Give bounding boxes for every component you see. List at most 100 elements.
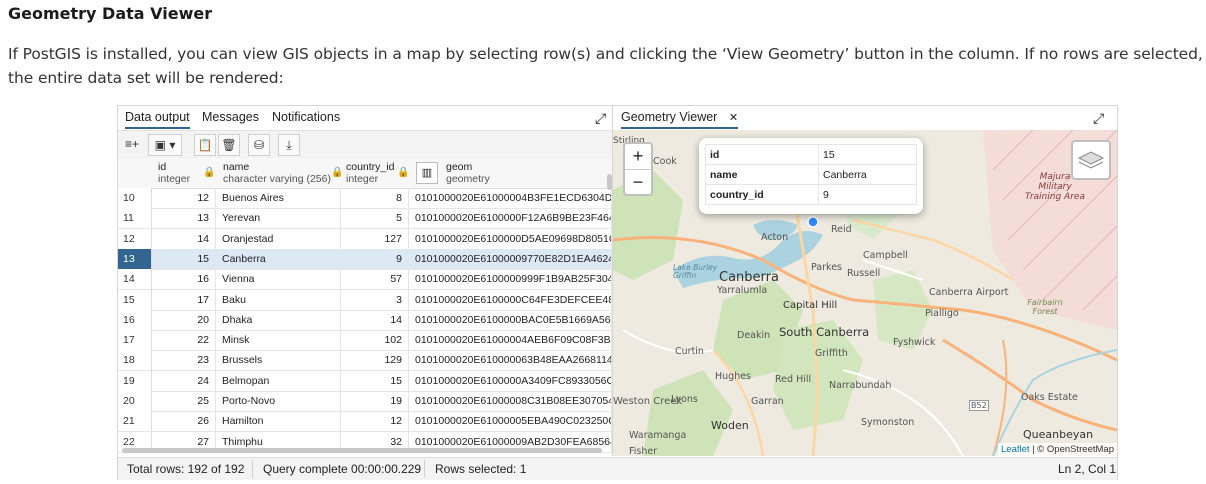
table-row[interactable]: 15 17 Baku 3 0101000020E6100000C64FE3DEFCEE4… — [118, 289, 612, 311]
view-geometry-icon[interactable]: ▥ — [416, 162, 438, 184]
cell-geom[interactable]: 0101000020E61000008C31B08EE307054 — [409, 391, 612, 411]
expand-icon[interactable]: ⤢ — [1093, 110, 1104, 127]
table-row[interactable]: 16 20 Dhaka 14 0101000020E6100000BAC0E5B1669… — [118, 309, 612, 331]
cell-name[interactable]: Hamilton — [216, 411, 341, 432]
expand-icon[interactable]: ⤢ — [595, 110, 606, 127]
cell-geom[interactable]: 0101000020E61000009770E82D1EA4624 — [409, 248, 612, 269]
cell-name[interactable]: Oranjestad — [216, 228, 341, 249]
cell-geom[interactable]: 0101000020E6100000BAC0E5B1669A564 — [409, 309, 612, 330]
zoom-out-button[interactable]: − — [625, 170, 651, 195]
osm-attribution[interactable]: © OpenStreetMap — [1037, 444, 1114, 455]
cell-id[interactable]: 22 — [152, 330, 216, 351]
table-row[interactable]: 17 22 Minsk 102 0101000020E61000004AEB6F09C0… — [118, 330, 612, 352]
cell-geom[interactable]: 0101000020E6100000C64FE3DEFCEE484 — [409, 289, 612, 310]
table-row[interactable]: 13 15 Canberra 9 0101000020E61000009770E82D1… — [118, 248, 612, 270]
cell-name[interactable]: Canberra — [216, 248, 341, 269]
cell-country-id[interactable]: 12 — [341, 411, 409, 432]
column-header-country-id[interactable]: country_id integer — [346, 161, 394, 185]
zoom-in-button[interactable]: + — [625, 144, 651, 170]
cell-geom[interactable]: 0101000020E610000063B48EAA2668114 — [409, 350, 612, 371]
cell-geom[interactable]: 0101000020E61000005EBA490C023250C — [409, 411, 612, 432]
cell-id[interactable]: 26 — [152, 411, 216, 432]
tab-notifications[interactable]: Notifications — [272, 110, 340, 124]
map-view[interactable]: Canberra Yarralumla Capital Hill South C… — [613, 130, 1117, 456]
table-row[interactable]: 11 13 Yerevan 5 0101000020E6100000F12A6B9BE2… — [118, 208, 612, 230]
column-header-id[interactable]: id integer — [158, 161, 190, 185]
add-row-icon[interactable]: ≡+ — [122, 134, 142, 154]
cell-country-id[interactable]: 8 — [341, 188, 409, 208]
row-number[interactable]: 17 — [118, 330, 152, 351]
cell-country-id[interactable]: 102 — [341, 330, 409, 351]
cell-country-id[interactable]: 5 — [341, 208, 409, 229]
vertical-scrollbar[interactable] — [607, 174, 612, 190]
cell-name[interactable]: Buenos Aires — [216, 188, 341, 208]
tab-geometry-viewer[interactable]: Geometry Viewer ✕ — [621, 110, 739, 129]
row-number[interactable]: 13 — [118, 248, 152, 269]
table-row[interactable]: 19 24 Belmopan 15 0101000020E6100000A3409FC8… — [118, 370, 612, 392]
cell-name[interactable]: Dhaka — [216, 309, 341, 330]
cell-id[interactable]: 14 — [152, 228, 216, 249]
cell-country-id[interactable]: 127 — [341, 228, 409, 249]
delete-icon[interactable]: 🗑 — [218, 134, 240, 156]
paste-icon[interactable]: 📋 — [194, 134, 216, 156]
cell-country-id[interactable]: 9 — [341, 248, 409, 269]
cell-name[interactable]: Porto-Novo — [216, 391, 341, 411]
row-number[interactable]: 11 — [118, 208, 152, 229]
table-row[interactable]: 14 16 Vienna 57 0101000020E6100000999F1B9AB2… — [118, 269, 612, 291]
table-row[interactable]: 20 25 Porto-Novo 19 0101000020E61000008C31B0… — [118, 391, 612, 412]
close-icon[interactable]: ✕ — [729, 112, 738, 124]
cell-country-id[interactable]: 15 — [341, 370, 409, 391]
download-icon[interactable]: ⤓ — [278, 134, 300, 156]
cell-id[interactable]: 17 — [152, 289, 216, 310]
road-shield: B52 — [969, 400, 989, 411]
cell-geom[interactable]: 0101000020E61000004B3FE1ECD6304DC — [409, 188, 612, 208]
cell-id[interactable]: 13 — [152, 208, 216, 229]
cell-name[interactable]: Belmopan — [216, 370, 341, 391]
cell-id[interactable]: 20 — [152, 309, 216, 330]
tab-data-output[interactable]: Data output — [125, 110, 190, 129]
tab-messages[interactable]: Messages — [202, 110, 259, 124]
cell-name[interactable]: Yerevan — [216, 208, 341, 229]
table-row[interactable]: 12 14 Oranjestad 127 0101000020E6100000D5AE0… — [118, 228, 612, 250]
cell-id[interactable]: 23 — [152, 350, 216, 371]
cell-geom[interactable]: 0101000020E6100000F12A6B9BE23F464 — [409, 208, 612, 229]
row-number[interactable]: 18 — [118, 350, 152, 371]
table-row[interactable]: 21 26 Hamilton 12 0101000020E61000005EBA490C… — [118, 411, 612, 433]
row-number[interactable]: 10 — [118, 188, 152, 208]
cell-geom[interactable]: 0101000020E61000004AEB6F09C08F3B4 — [409, 330, 612, 351]
cell-id[interactable]: 24 — [152, 370, 216, 391]
row-number[interactable]: 14 — [118, 269, 152, 290]
save-data-icon[interactable]: ⛁ — [248, 134, 270, 156]
row-number[interactable]: 20 — [118, 391, 152, 411]
cell-name[interactable]: Vienna — [216, 269, 341, 290]
row-number[interactable]: 12 — [118, 228, 152, 249]
cell-id[interactable]: 12 — [152, 188, 216, 208]
cell-geom[interactable]: 0101000020E6100000A3409FC8933056C — [409, 370, 612, 391]
cell-geom[interactable]: 0101000020E6100000999F1B9AB25F304 — [409, 269, 612, 290]
horizontal-scrollbar[interactable] — [122, 448, 602, 453]
cell-name[interactable]: Baku — [216, 289, 341, 310]
row-number[interactable]: 21 — [118, 411, 152, 432]
row-number[interactable]: 19 — [118, 370, 152, 391]
cell-name[interactable]: Brussels — [216, 350, 341, 371]
table-row[interactable]: 18 23 Brussels 129 0101000020E610000063B48EA… — [118, 350, 612, 372]
cell-country-id[interactable]: 14 — [341, 309, 409, 330]
cell-country-id[interactable]: 3 — [341, 289, 409, 310]
row-number[interactable]: 15 — [118, 289, 152, 310]
column-header-name[interactable]: name character varying (256) — [223, 161, 331, 185]
column-header-geom[interactable]: geom geometry — [446, 161, 490, 185]
cell-country-id[interactable]: 19 — [341, 391, 409, 411]
cell-id[interactable]: 15 — [152, 248, 216, 269]
cell-country-id[interactable]: 129 — [341, 350, 409, 371]
layers-button[interactable] — [1071, 140, 1111, 180]
cell-id[interactable]: 16 — [152, 269, 216, 290]
cell-geom[interactable]: 0101000020E6100000D5AE09698D8051C — [409, 228, 612, 249]
cell-id[interactable]: 25 — [152, 391, 216, 411]
copy-dropdown-button[interactable]: ▣ ▾ — [148, 134, 182, 156]
status-bar: Total rows: 192 of 192 Query complete 00… — [118, 457, 1117, 480]
leaflet-link[interactable]: Leaflet — [1001, 444, 1030, 455]
table-row[interactable]: 10 12 Buenos Aires 8 0101000020E61000004B3FE… — [118, 188, 612, 209]
cell-country-id[interactable]: 57 — [341, 269, 409, 290]
cell-name[interactable]: Minsk — [216, 330, 341, 351]
row-number[interactable]: 16 — [118, 309, 152, 330]
